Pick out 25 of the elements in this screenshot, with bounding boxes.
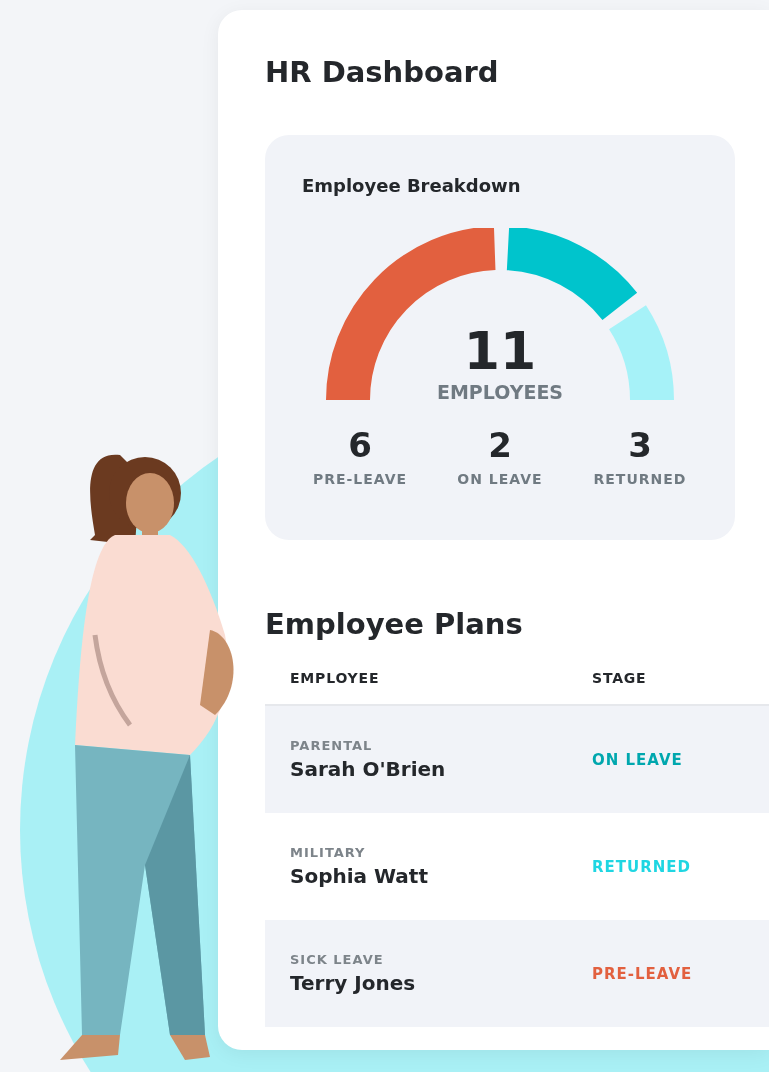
stage-status: ON LEAVE xyxy=(592,750,683,769)
stat-value: 2 xyxy=(488,425,512,465)
stage-status: RETURNED xyxy=(592,857,691,876)
employee-name: Sarah O'Brien xyxy=(290,757,447,781)
column-header: EMPLOYEE xyxy=(289,670,381,686)
stat-value: 3 xyxy=(628,425,652,465)
total-count: 11 xyxy=(463,323,537,379)
employee-name: Terry Jones xyxy=(290,971,417,995)
table-row[interactable]: SICK LEAVE Terry Jones PRE-LEAVE xyxy=(265,920,769,1027)
employee-name: Sophia Watt xyxy=(290,864,429,888)
table-row[interactable]: MILITARY Sophia Watt RETURNED xyxy=(265,813,769,920)
leave-type: SICK LEAVE xyxy=(290,952,385,967)
stat-value: 6 xyxy=(348,425,372,465)
section-title: Employee Plans xyxy=(265,606,524,643)
stage-status: PRE-LEAVE xyxy=(592,964,693,983)
total-label: EMPLOYEES xyxy=(436,381,564,403)
table-row[interactable]: PARENTAL Sarah O'Brien ON LEAVE xyxy=(265,706,769,813)
stat-label: ON LEAVE xyxy=(457,471,543,487)
leave-type: PARENTAL xyxy=(290,738,374,753)
breakdown-title: Employee Breakdown xyxy=(302,175,522,196)
leave-type: MILITARY xyxy=(290,845,367,860)
column-header: STAGE xyxy=(592,670,647,686)
stat-label: RETURNED xyxy=(593,471,687,487)
dashboard-title: HR Dashboard xyxy=(265,54,500,91)
stat-label: PRE-LEAVE xyxy=(312,471,408,487)
